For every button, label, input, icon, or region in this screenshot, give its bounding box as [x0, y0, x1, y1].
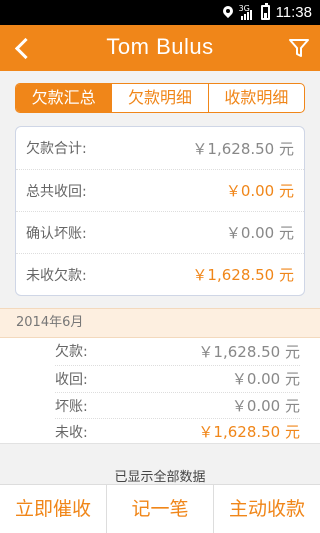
detail-row-debt: 欠款: ￥1,628.50 元	[55, 338, 300, 364]
detail-row-outstanding: 未收: ￥1,628.50 元	[55, 418, 300, 444]
summary-value: ￥1,628.50 元	[192, 139, 294, 158]
summary-value: ￥1,628.50 元	[192, 266, 294, 284]
detail-label: 未收:	[55, 424, 88, 441]
signal-icon: 3G	[239, 5, 255, 20]
detail-value: ￥0.00 元	[231, 370, 300, 388]
summary-row-outstanding: 未收欠款: ￥1,628.50 元	[16, 253, 304, 295]
detail-value: ￥1,628.50 元	[198, 423, 300, 441]
summary-label: 总共收回:	[26, 183, 87, 200]
summary-row-bad-debt: 确认坏账: ￥0.00 元	[16, 211, 304, 253]
detail-row-bad-debt: 坏账: ￥0.00 元	[55, 392, 300, 418]
urge-collection-button[interactable]: 立即催收	[0, 485, 106, 533]
filter-icon	[289, 39, 309, 57]
tab-bar: 欠款汇总 欠款明细 收款明细	[15, 83, 305, 113]
receive-payment-button[interactable]: 主动收款	[213, 485, 320, 533]
location-icon	[223, 6, 233, 20]
bottom-action-bar: 立即催收 记一笔 主动收款	[0, 484, 320, 533]
detail-value: ￥1,628.50 元	[198, 342, 300, 361]
tab-payment-details[interactable]: 收款明细	[207, 84, 304, 112]
detail-row-recovered: 收回: ￥0.00 元	[55, 365, 300, 391]
summary-label: 欠款合计:	[26, 141, 87, 157]
filter-button[interactable]	[288, 37, 310, 59]
title-bar: Tom Bulus	[0, 25, 320, 71]
summary-label: 未收欠款:	[26, 267, 87, 284]
page-title: Tom Bulus	[106, 34, 214, 59]
summary-row-recovered: 总共收回: ￥0.00 元	[16, 169, 304, 211]
add-record-button[interactable]: 记一笔	[106, 485, 213, 533]
summary-value: ￥0.00 元	[225, 224, 294, 242]
summary-label: 确认坏账:	[26, 225, 87, 242]
detail-label: 欠款:	[55, 344, 88, 360]
clock: 11:38	[275, 4, 312, 21]
summary-row-total-debt: 欠款合计: ￥1,628.50 元	[16, 127, 304, 169]
tab-debt-details[interactable]: 欠款明细	[111, 84, 207, 112]
status-bar: 3G 11:38	[0, 0, 320, 25]
summary-card: 欠款合计: ￥1,628.50 元 总共收回: ￥0.00 元 确认坏账: ￥0…	[15, 126, 305, 296]
month-header[interactable]: 2014年6月	[0, 308, 320, 338]
battery-icon	[260, 3, 270, 20]
summary-value: ￥0.00 元	[225, 182, 294, 200]
detail-value: ￥0.00 元	[231, 397, 300, 415]
detail-label: 坏账:	[55, 398, 88, 415]
month-detail: 欠款: ￥1,628.50 元 收回: ￥0.00 元 坏账: ￥0.00 元 …	[0, 338, 320, 444]
detail-label: 收回:	[55, 371, 88, 388]
tab-debt-summary[interactable]: 欠款汇总	[16, 84, 112, 112]
all-data-shown-note: 已显示全部数据	[114, 470, 206, 485]
